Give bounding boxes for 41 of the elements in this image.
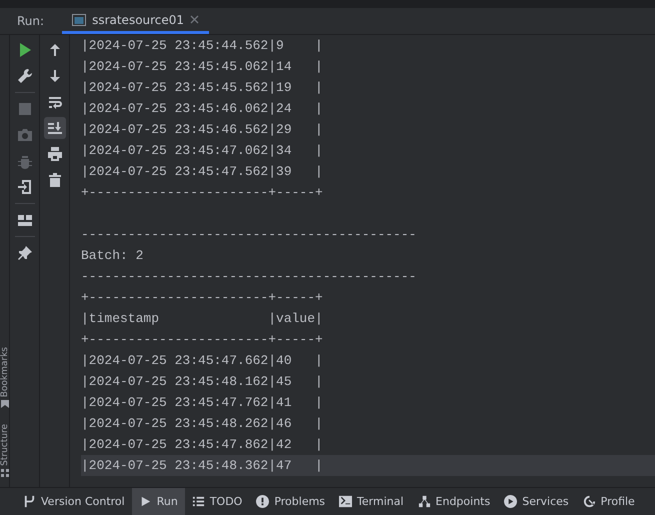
run-tab[interactable]: ssratesource01 xyxy=(62,8,210,34)
console-line: |timestamp |value| xyxy=(81,311,323,326)
console-line: |2024-07-25 23:45:47.662|40 | xyxy=(81,353,323,368)
alert-icon xyxy=(256,495,270,508)
console-line: |2024-07-25 23:45:48.262|46 | xyxy=(81,416,323,431)
grid-icon xyxy=(0,469,8,477)
tool-window-button[interactable]: Services xyxy=(497,488,576,515)
console-line: |2024-07-25 23:45:47.062|34 | xyxy=(81,143,323,158)
list-icon xyxy=(192,495,205,508)
tool-window-button[interactable]: Terminal xyxy=(332,488,411,515)
close-icon[interactable] xyxy=(190,15,200,24)
console-line: ------------------------------------------- xyxy=(81,269,416,284)
console-line: +-----------------------+-----+ xyxy=(81,332,323,347)
tool-window-button[interactable]: Run xyxy=(132,488,185,515)
bookmark-icon xyxy=(0,400,8,408)
tool-window-button[interactable]: Problems xyxy=(249,488,332,515)
console-line: ------------------------------------------- xyxy=(81,227,416,242)
console-line: |2024-07-25 23:45:46.062|24 | xyxy=(81,101,323,116)
console-line: +-----------------------+-----+ xyxy=(81,185,323,200)
tool-window-button[interactable]: TODO xyxy=(184,488,250,515)
panel-title: Run: xyxy=(17,14,44,28)
console-line: Batch: 2 xyxy=(81,248,144,263)
tool-window-button[interactable]: Profile xyxy=(576,488,642,515)
console-line: |2024-07-25 23:45:44.562|9 | xyxy=(81,38,323,53)
console-icon xyxy=(72,14,86,26)
branch-icon xyxy=(23,495,36,508)
console-line: |2024-07-25 23:45:48.362|47 | xyxy=(81,458,323,473)
scroll-end-icon[interactable] xyxy=(44,117,66,139)
console-line: |2024-07-25 23:45:47.562|39 | xyxy=(81,164,323,179)
console-line: |2024-07-25 23:45:45.062|14 | xyxy=(81,59,323,74)
tool-window-button[interactable]: Endpoints xyxy=(410,488,498,515)
terminal-icon xyxy=(339,495,352,508)
console-line: |2024-07-25 23:45:47.762|41 | xyxy=(81,395,323,410)
console-line: |2024-07-25 23:45:45.562|19 | xyxy=(81,80,323,95)
nodes-icon xyxy=(418,495,431,508)
console-line: +-----------------------+-----+ xyxy=(81,290,323,305)
gauge-icon xyxy=(582,495,596,508)
tool-window-button[interactable]: Version Control xyxy=(16,488,132,515)
console-line: |2024-07-25 23:45:46.562|29 | xyxy=(81,122,323,137)
console-line: |2024-07-25 23:45:48.162|45 | xyxy=(81,374,323,389)
console-line: |2024-07-25 23:45:47.862|42 | xyxy=(81,437,323,452)
